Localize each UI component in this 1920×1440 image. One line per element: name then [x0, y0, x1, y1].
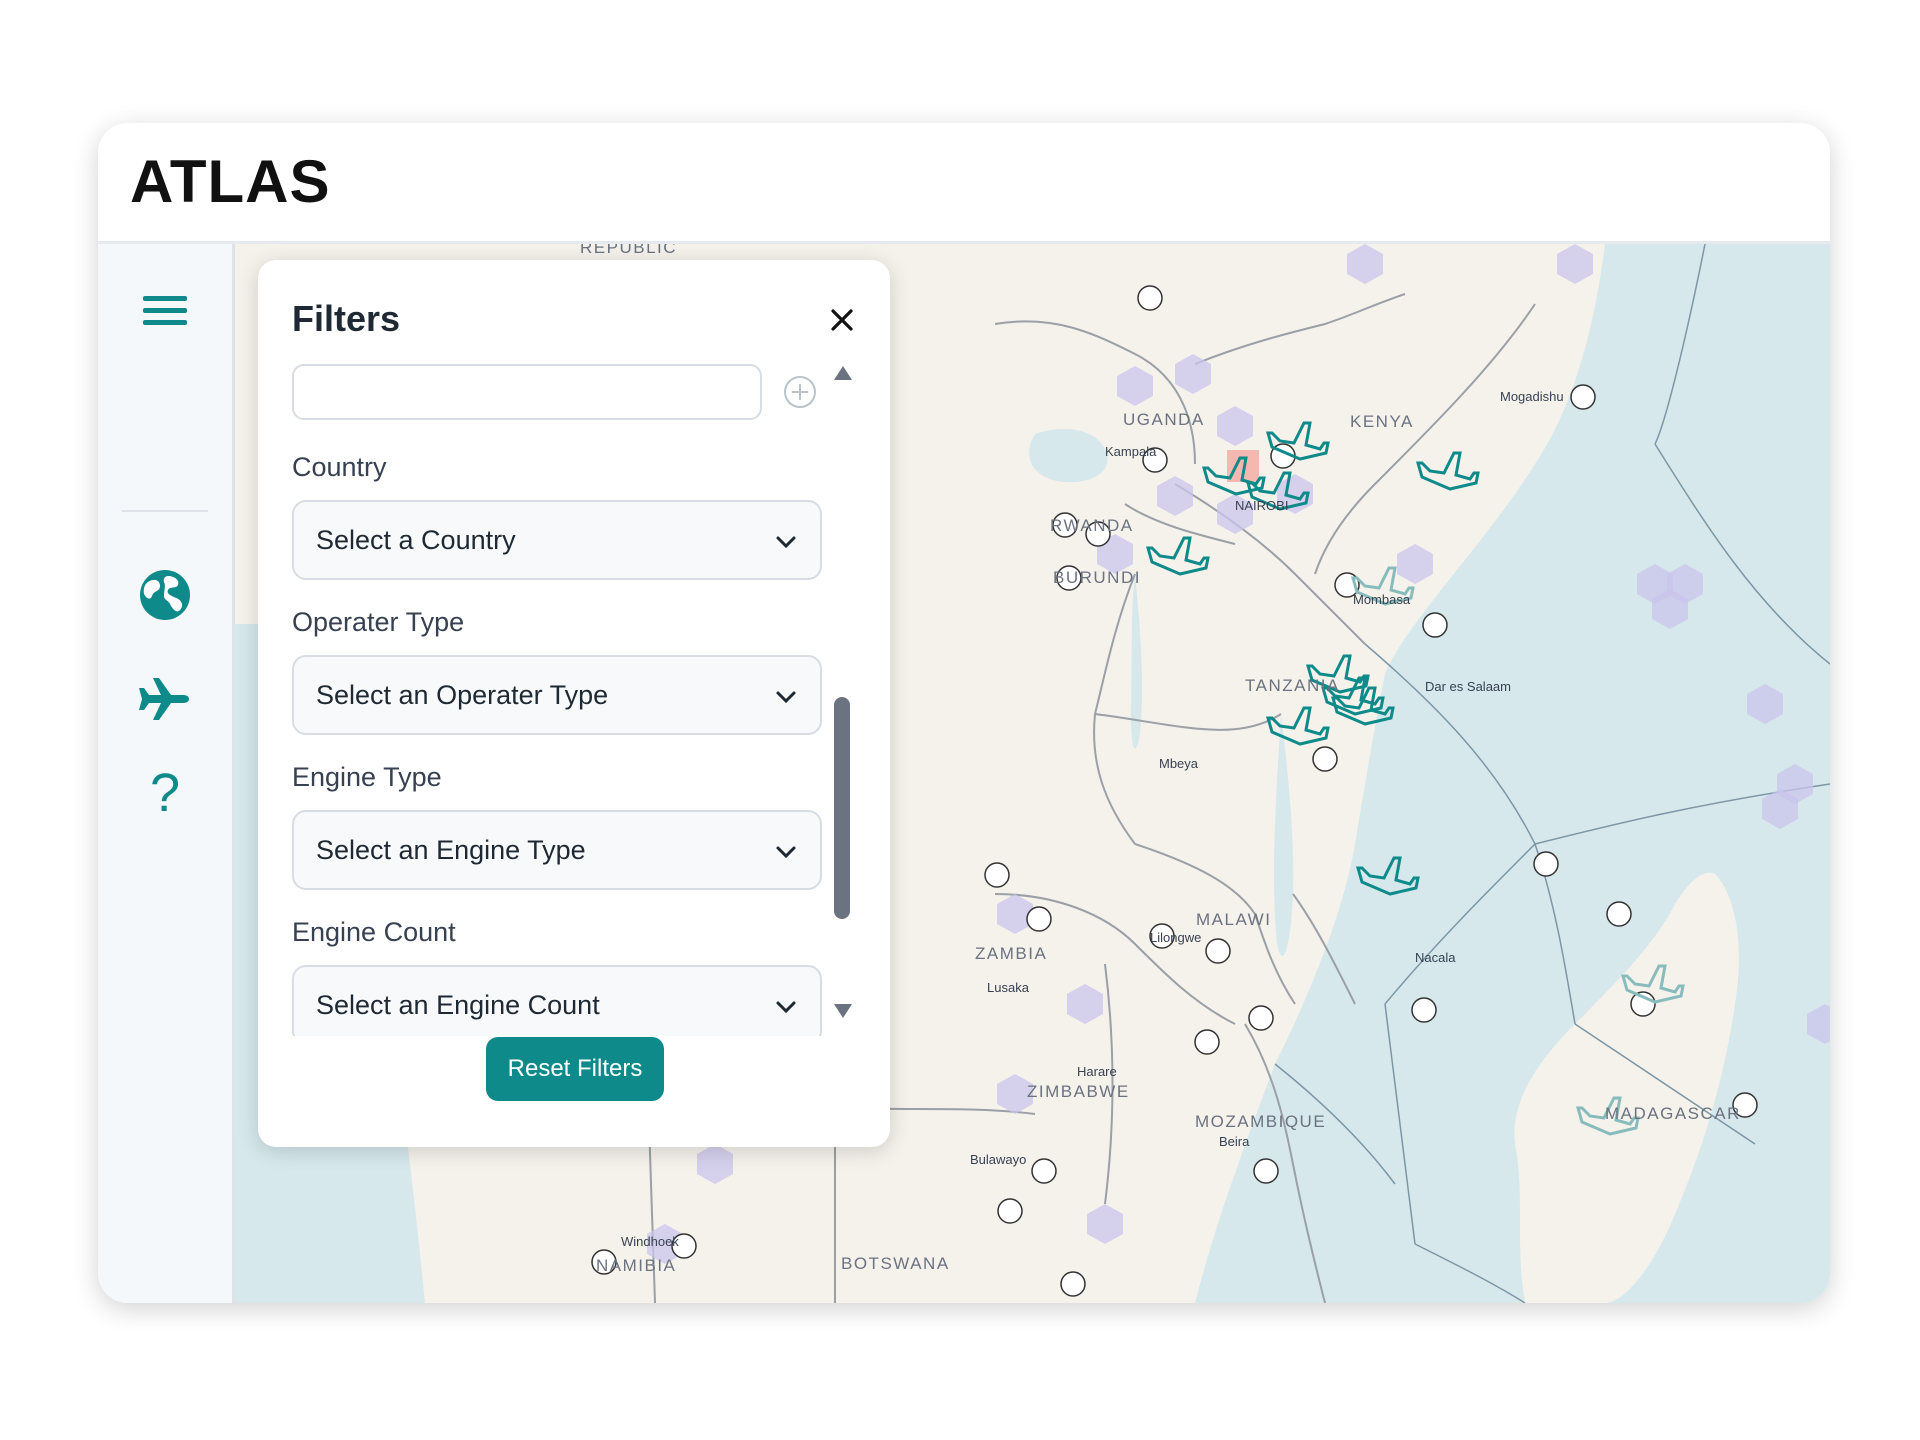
map-label-republic: REPUBLIC [580, 244, 678, 257]
country-select-value: Select a Country [316, 524, 516, 555]
map-label-rwanda: RWANDA [1050, 516, 1134, 535]
map-label-madagascar: MADAGASCAR [1605, 1104, 1741, 1123]
engine-count-select-value: Select an Engine Count [316, 989, 600, 1020]
map-label-malawi: MALAWI [1196, 910, 1272, 929]
sidebar: ? [98, 244, 235, 1303]
city-label-beira: Beira [1219, 1134, 1250, 1149]
reset-filters-button[interactable]: Reset Filters [486, 1037, 664, 1101]
map-label-burundi: BURUNDI [1053, 568, 1141, 587]
sidebar-divider [122, 510, 208, 512]
map-label-uganda: UGANDA [1123, 410, 1205, 429]
chevron-down-icon [776, 846, 796, 859]
map-label-zambia: ZAMBIA [975, 944, 1048, 963]
map-label-zimbabwe: ZIMBABWE [1027, 1082, 1130, 1101]
sidebar-item-map[interactable] [128, 558, 202, 632]
app-header: ATLAS [98, 123, 1830, 244]
city-label-mogadishu: Mogadishu [1500, 389, 1564, 404]
sidebar-item-help[interactable]: ? [128, 756, 202, 830]
operater-type-select[interactable]: Select an Operater Type [292, 655, 822, 735]
menu-button[interactable] [128, 274, 202, 348]
city-label-bulawayo: Bulawayo [970, 1152, 1027, 1167]
city-label-dar-es-salaam: Dar es Salaam [1425, 679, 1511, 694]
close-icon [831, 309, 853, 331]
city-label-kampala: Kampala [1105, 444, 1157, 459]
globe-icon [140, 570, 190, 620]
city-label-nairobi: NAIROBI [1235, 498, 1289, 513]
app-logo: ATLAS [130, 148, 331, 215]
city-label-windhoek: Windhoek [621, 1234, 679, 1249]
lake-tanganyika [1130, 574, 1143, 749]
city-label-lilongwe: Lilongwe [1150, 930, 1202, 945]
city-label-mombasa: Mombasa [1353, 592, 1411, 607]
close-filters-button[interactable] [824, 302, 860, 338]
engine-type-label: Engine Type [292, 762, 442, 792]
lake-malawi [1274, 714, 1294, 956]
engine-count-select[interactable]: Select an Engine Count [292, 965, 822, 1036]
chevron-down-icon [776, 691, 796, 704]
map-label-kenya: KENYA [1350, 412, 1414, 431]
add-filter-icon[interactable] [782, 374, 818, 410]
operater-type-label: Operater Type [292, 607, 465, 637]
scroll-up-icon[interactable] [832, 364, 854, 382]
city-label-mbeya: Mbeya [1159, 756, 1199, 771]
map-label-botswana: BOTSWANA [841, 1254, 950, 1273]
country-label: Country [292, 452, 387, 482]
lake-victoria [1029, 429, 1108, 483]
map-label-namibia: NAMIBIA [596, 1256, 677, 1275]
map-label-tanzania: TANZANIA [1245, 676, 1340, 695]
chevron-down-icon [776, 536, 796, 549]
engine-type-select[interactable]: Select an Engine Type [292, 810, 822, 890]
filters-title: Filters [292, 298, 401, 339]
operater-type-select-value: Select an Operater Type [316, 679, 609, 710]
map-label-mozambique: MOZAMBIQUE [1195, 1112, 1327, 1131]
country-select[interactable]: Select a Country [292, 500, 822, 580]
chevron-down-icon [776, 1001, 796, 1014]
airplane-icon [139, 678, 189, 720]
filters-scroll-area[interactable]: Country Select a Country Operater Type S… [258, 436, 890, 1036]
engine-type-select-value: Select an Engine Type [316, 834, 586, 865]
city-label-lusaka: Lusaka [987, 980, 1029, 995]
filters-panel: Filters Country Select a Country Operate… [258, 260, 890, 1147]
help-icon: ? [149, 763, 181, 823]
filter-search-input[interactable] [292, 364, 762, 420]
sidebar-item-aircraft[interactable] [128, 662, 202, 736]
city-label-nacala: Nacala [1415, 950, 1456, 965]
engine-count-label: Engine Count [292, 917, 456, 947]
city-label-harare: Harare [1077, 1064, 1117, 1079]
hamburger-menu-icon [143, 296, 187, 325]
